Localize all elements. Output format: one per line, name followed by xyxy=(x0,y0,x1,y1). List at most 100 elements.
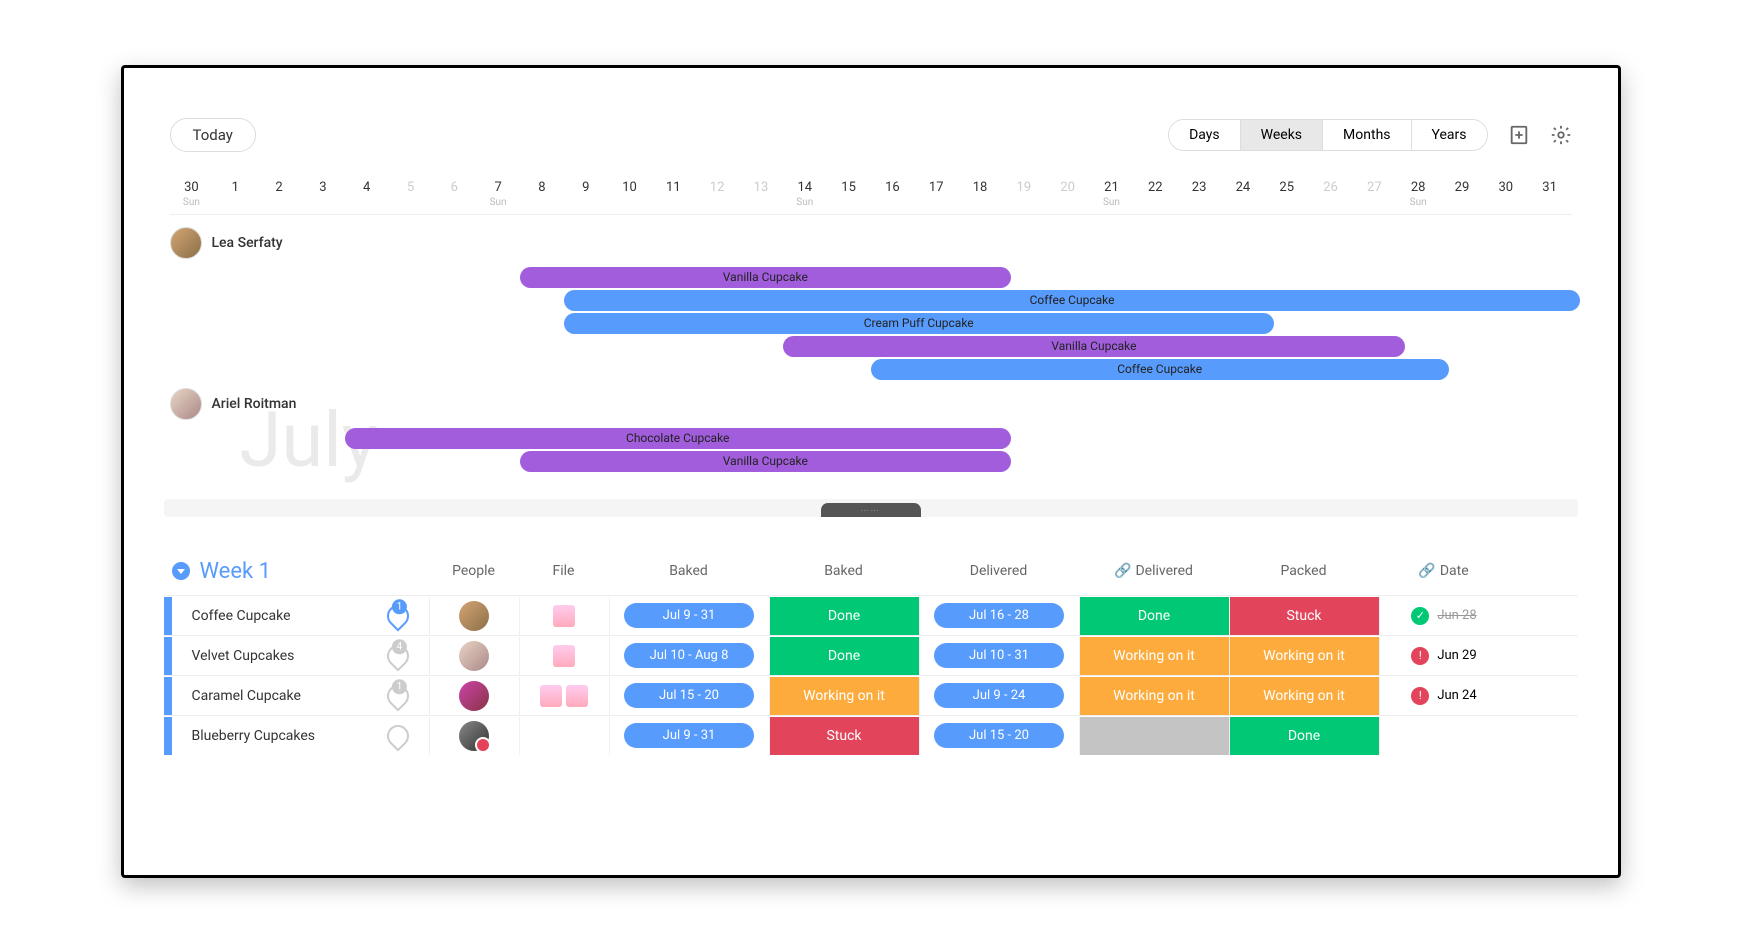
date-20[interactable]: 20 xyxy=(1046,180,1090,195)
gear-icon[interactable] xyxy=(1550,124,1572,146)
table-row[interactable]: Velvet Cupcakes 4 Jul 10 - Aug 8 Done Ju… xyxy=(164,635,1578,675)
baked-date-cell[interactable]: Jul 10 - Aug 8 xyxy=(609,637,769,675)
date-17[interactable]: 17 xyxy=(914,180,958,195)
col-date[interactable]: 🔗Date xyxy=(1379,563,1509,579)
comment-icon[interactable]: 4 xyxy=(382,640,413,671)
comment-icon[interactable]: 1 xyxy=(382,680,413,711)
delivered-date-cell[interactable]: Jul 16 - 28 xyxy=(919,597,1079,635)
table-row[interactable]: Blueberry Cupcakes Jul 9 - 31 Stuck Jul … xyxy=(164,715,1578,755)
date-24[interactable]: 24 xyxy=(1221,180,1265,195)
date-18[interactable]: 18 xyxy=(958,180,1002,195)
resize-handle[interactable] xyxy=(821,503,921,517)
gantt-bar[interactable]: Chocolate Cupcake xyxy=(345,428,1011,449)
col-baked[interactable]: Baked xyxy=(609,563,769,579)
group-toggle[interactable]: Week 1 xyxy=(164,559,429,584)
baked-status-cell[interactable]: Stuck xyxy=(769,717,919,755)
col-file[interactable]: File xyxy=(519,563,609,579)
date-11[interactable]: 11 xyxy=(651,180,695,195)
gantt-bar[interactable]: Coffee Cupcake xyxy=(564,290,1580,311)
view-days[interactable]: Days xyxy=(1169,120,1241,150)
item-name[interactable]: Coffee Cupcake xyxy=(172,608,367,624)
delivered-status-cell[interactable] xyxy=(1079,717,1229,755)
date-15[interactable]: 15 xyxy=(827,180,871,195)
date-27[interactable]: 27 xyxy=(1352,180,1396,195)
col-people[interactable]: People xyxy=(429,563,519,579)
today-button[interactable]: Today xyxy=(170,118,256,152)
people-cell[interactable] xyxy=(429,717,519,755)
view-years[interactable]: Years xyxy=(1412,120,1487,150)
date-cell[interactable]: ✓Jun 28 xyxy=(1379,597,1509,635)
delivered-status-cell[interactable]: Working on it xyxy=(1079,637,1229,675)
date-12[interactable]: 12 xyxy=(695,180,739,195)
date-cell[interactable] xyxy=(1379,717,1509,755)
date-13[interactable]: 13 xyxy=(739,180,783,195)
gantt-bar[interactable]: Vanilla Cupcake xyxy=(520,451,1011,472)
date-16[interactable]: 16 xyxy=(871,180,915,195)
file-cell[interactable] xyxy=(519,637,609,675)
date-14[interactable]: 14 xyxy=(783,180,827,195)
date-7[interactable]: 7 xyxy=(476,180,520,195)
col-delivered[interactable]: Delivered xyxy=(919,563,1079,579)
people-cell[interactable] xyxy=(429,637,519,675)
date-28[interactable]: 28 xyxy=(1396,180,1440,195)
baked-date-cell[interactable]: Jul 15 - 20 xyxy=(609,677,769,715)
delivered-date-cell[interactable]: Jul 9 - 24 xyxy=(919,677,1079,715)
date-30[interactable]: 30 xyxy=(1484,180,1528,195)
date-5[interactable]: 5 xyxy=(389,180,433,195)
delivered-date-cell[interactable]: Jul 10 - 31 xyxy=(919,637,1079,675)
col-packed[interactable]: Packed xyxy=(1229,563,1379,579)
item-name[interactable]: Velvet Cupcakes xyxy=(172,648,367,664)
date-25[interactable]: 25 xyxy=(1265,180,1309,195)
file-thumb[interactable] xyxy=(566,685,588,707)
file-thumb[interactable] xyxy=(553,605,575,627)
date-4[interactable]: 4 xyxy=(345,180,389,195)
packed-cell[interactable]: Working on it xyxy=(1229,637,1379,675)
delivered-status-cell[interactable]: Working on it xyxy=(1079,677,1229,715)
baked-date-cell[interactable]: Jul 9 - 31 xyxy=(609,597,769,635)
export-icon[interactable] xyxy=(1508,124,1530,146)
people-cell[interactable] xyxy=(429,677,519,715)
packed-cell[interactable]: Done xyxy=(1229,717,1379,755)
date-3[interactable]: 3 xyxy=(301,180,345,195)
date-10[interactable]: 10 xyxy=(608,180,652,195)
date-9[interactable]: 9 xyxy=(564,180,608,195)
file-thumb[interactable] xyxy=(553,645,575,667)
date-21[interactable]: 21 xyxy=(1090,180,1134,195)
table-row[interactable]: Caramel Cupcake 1 Jul 15 - 20 Working on… xyxy=(164,675,1578,715)
gantt-scrollbar[interactable] xyxy=(164,499,1578,517)
file-thumb[interactable] xyxy=(540,685,562,707)
gantt-bar[interactable]: Vanilla Cupcake xyxy=(783,336,1405,357)
gantt-bar[interactable]: Vanilla Cupcake xyxy=(520,267,1011,288)
view-months[interactable]: Months xyxy=(1323,120,1411,150)
item-name[interactable]: Caramel Cupcake xyxy=(172,688,367,704)
gantt-bar[interactable]: Cream Puff Cupcake xyxy=(564,313,1274,334)
comment-icon[interactable]: 1 xyxy=(382,600,413,631)
people-cell[interactable] xyxy=(429,597,519,635)
date-1[interactable]: 1 xyxy=(213,180,257,195)
packed-cell[interactable]: Stuck xyxy=(1229,597,1379,635)
packed-cell[interactable]: Working on it xyxy=(1229,677,1379,715)
date-31[interactable]: 31 xyxy=(1528,180,1572,195)
date-19[interactable]: 19 xyxy=(1002,180,1046,195)
date-cell[interactable]: !Jun 24 xyxy=(1379,677,1509,715)
date-8[interactable]: 8 xyxy=(520,180,564,195)
file-cell[interactable] xyxy=(519,677,609,715)
date-30[interactable]: 30 xyxy=(170,180,214,195)
date-26[interactable]: 26 xyxy=(1309,180,1353,195)
baked-status-cell[interactable]: Done xyxy=(769,637,919,675)
date-29[interactable]: 29 xyxy=(1440,180,1484,195)
baked-date-cell[interactable]: Jul 9 - 31 xyxy=(609,717,769,755)
comment-icon[interactable] xyxy=(382,720,413,751)
file-cell[interactable] xyxy=(519,717,609,755)
date-22[interactable]: 22 xyxy=(1133,180,1177,195)
gantt-bar[interactable]: Coffee Cupcake xyxy=(871,359,1449,380)
col-baked-status[interactable]: Baked xyxy=(769,563,919,579)
file-cell[interactable] xyxy=(519,597,609,635)
date-23[interactable]: 23 xyxy=(1177,180,1221,195)
view-weeks[interactable]: Weeks xyxy=(1241,120,1323,150)
date-2[interactable]: 2 xyxy=(257,180,301,195)
col-delivered-status[interactable]: 🔗Delivered xyxy=(1079,563,1229,579)
delivered-date-cell[interactable]: Jul 15 - 20 xyxy=(919,717,1079,755)
table-row[interactable]: Coffee Cupcake 1 Jul 9 - 31 Done Jul 16 … xyxy=(164,595,1578,635)
date-cell[interactable]: !Jun 29 xyxy=(1379,637,1509,675)
